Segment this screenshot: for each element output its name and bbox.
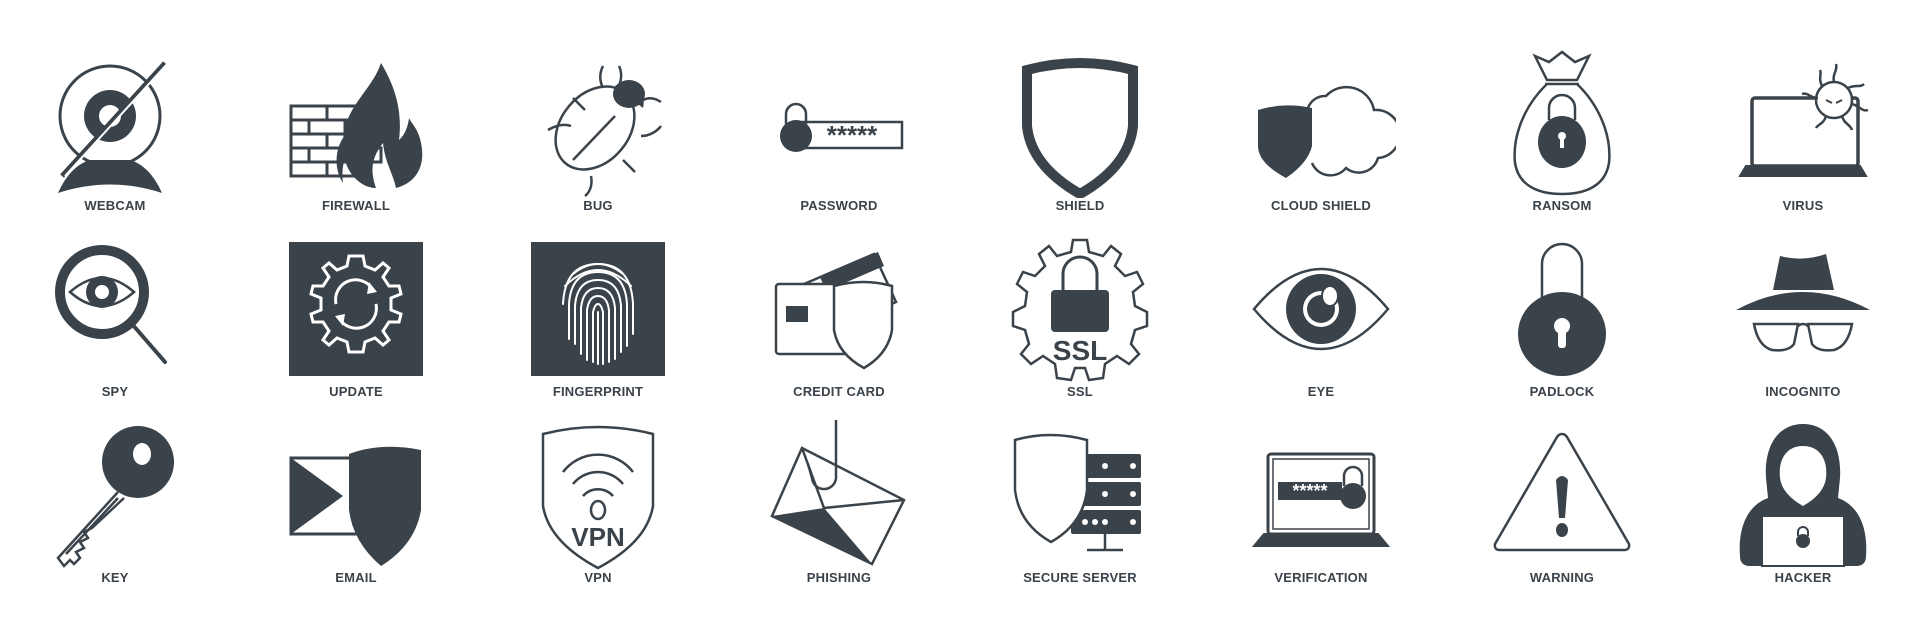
icon-label: CLOUD SHIELD — [1271, 198, 1371, 213]
icon-label: SPY — [101, 384, 129, 399]
icon-label: CREDIT CARD — [793, 384, 885, 399]
icon-cell-key: KEY — [0, 412, 235, 598]
icon-cell-verification: ***** VERIFICATION — [1201, 412, 1441, 598]
cloud-shield-icon — [1246, 48, 1396, 198]
warning-icon — [1487, 420, 1637, 570]
icon-cell-eye: EYE — [1201, 226, 1441, 412]
icon-label: FINGERPRINT — [552, 384, 644, 399]
icon-cell-spy: SPY — [0, 226, 235, 412]
vpn-text: VPN — [571, 522, 624, 552]
hacker-icon — [1728, 420, 1878, 570]
icon-label: PASSWORD — [800, 198, 878, 213]
icon-label: PHISHING — [806, 570, 872, 585]
padlock-icon — [1487, 234, 1637, 384]
ransom-bag-icon — [1487, 48, 1637, 198]
icon-label: EMAIL — [335, 570, 377, 585]
credit-card-shield-icon — [764, 234, 914, 384]
icon-label: UPDATE — [329, 384, 383, 399]
icon-cell-secure-server: SECURE SERVER — [960, 412, 1200, 598]
icon-label: SHIELD — [1055, 198, 1105, 213]
secure-server-icon — [1005, 420, 1155, 570]
icon-cell-email: EMAIL — [236, 412, 476, 598]
icon-cell-credit-card: CREDIT CARD — [719, 226, 959, 412]
password-icon: ***** — [764, 48, 914, 198]
icon-label: PADLOCK — [1529, 384, 1595, 399]
icon-label: SSL — [1067, 384, 1093, 399]
icon-cell-shield: SHIELD — [960, 40, 1200, 226]
verification-mask: ***** — [1292, 481, 1327, 501]
password-mask: ***** — [827, 120, 878, 150]
icon-label: KEY — [101, 570, 129, 585]
icon-label: RANSOM — [1532, 198, 1592, 213]
icon-cell-fingerprint: FINGERPRINT — [478, 226, 718, 412]
webcam-off-icon — [40, 48, 190, 198]
icon-label: WEBCAM — [84, 198, 146, 213]
icon-cell-vpn: VPN VPN — [478, 412, 718, 598]
icon-cell-padlock: PADLOCK — [1442, 226, 1682, 412]
fingerprint-icon — [523, 234, 673, 384]
icon-cell-bug: BUG — [478, 40, 718, 226]
icon-label: VIRUS — [1782, 198, 1824, 213]
laptop-virus-icon — [1728, 48, 1878, 198]
ssl-gear-lock-icon: SSL — [1005, 234, 1155, 384]
icon-label: SECURE SERVER — [1023, 570, 1137, 585]
icon-cell-cloud-shield: CLOUD SHIELD — [1201, 40, 1441, 226]
icon-cell-hacker: HACKER — [1683, 412, 1920, 598]
gear-update-icon — [281, 234, 431, 384]
key-icon — [40, 420, 190, 570]
icon-label: WARNING — [1529, 570, 1595, 585]
icon-cell-update: UPDATE — [236, 226, 476, 412]
icon-cell-ransom: RANSOM — [1442, 40, 1682, 226]
firewall-icon — [281, 48, 431, 198]
incognito-icon — [1728, 234, 1878, 384]
icon-cell-virus: VIRUS — [1683, 40, 1920, 226]
icon-cell-webcam: WEBCAM — [0, 40, 235, 226]
shield-icon — [1005, 48, 1155, 198]
eye-icon — [1246, 234, 1396, 384]
icon-label: FIREWALL — [321, 198, 391, 213]
spy-magnifier-eye-icon — [40, 234, 190, 384]
icon-cell-password: ***** PASSWORD — [719, 40, 959, 226]
email-shield-icon — [281, 420, 431, 570]
laptop-verification-icon: ***** — [1246, 420, 1396, 570]
bug-icon — [523, 48, 673, 198]
icon-label: HACKER — [1774, 570, 1832, 585]
icon-label: VPN — [584, 570, 612, 585]
vpn-shield-icon: VPN — [523, 420, 673, 570]
icon-label: INCOGNITO — [1765, 384, 1841, 399]
ssl-text: SSL — [1053, 335, 1107, 366]
icon-cell-warning: WARNING — [1442, 412, 1682, 598]
phishing-hook-icon — [764, 420, 914, 570]
icon-label: VERIFICATION — [1274, 570, 1368, 585]
icon-cell-incognito: INCOGNITO — [1683, 226, 1920, 412]
icon-cell-ssl: SSL SSL — [960, 226, 1200, 412]
icon-label: BUG — [583, 198, 613, 213]
icon-cell-phishing: PHISHING — [719, 412, 959, 598]
icon-cell-firewall: FIREWALL — [236, 40, 476, 226]
icon-label: EYE — [1307, 384, 1335, 399]
